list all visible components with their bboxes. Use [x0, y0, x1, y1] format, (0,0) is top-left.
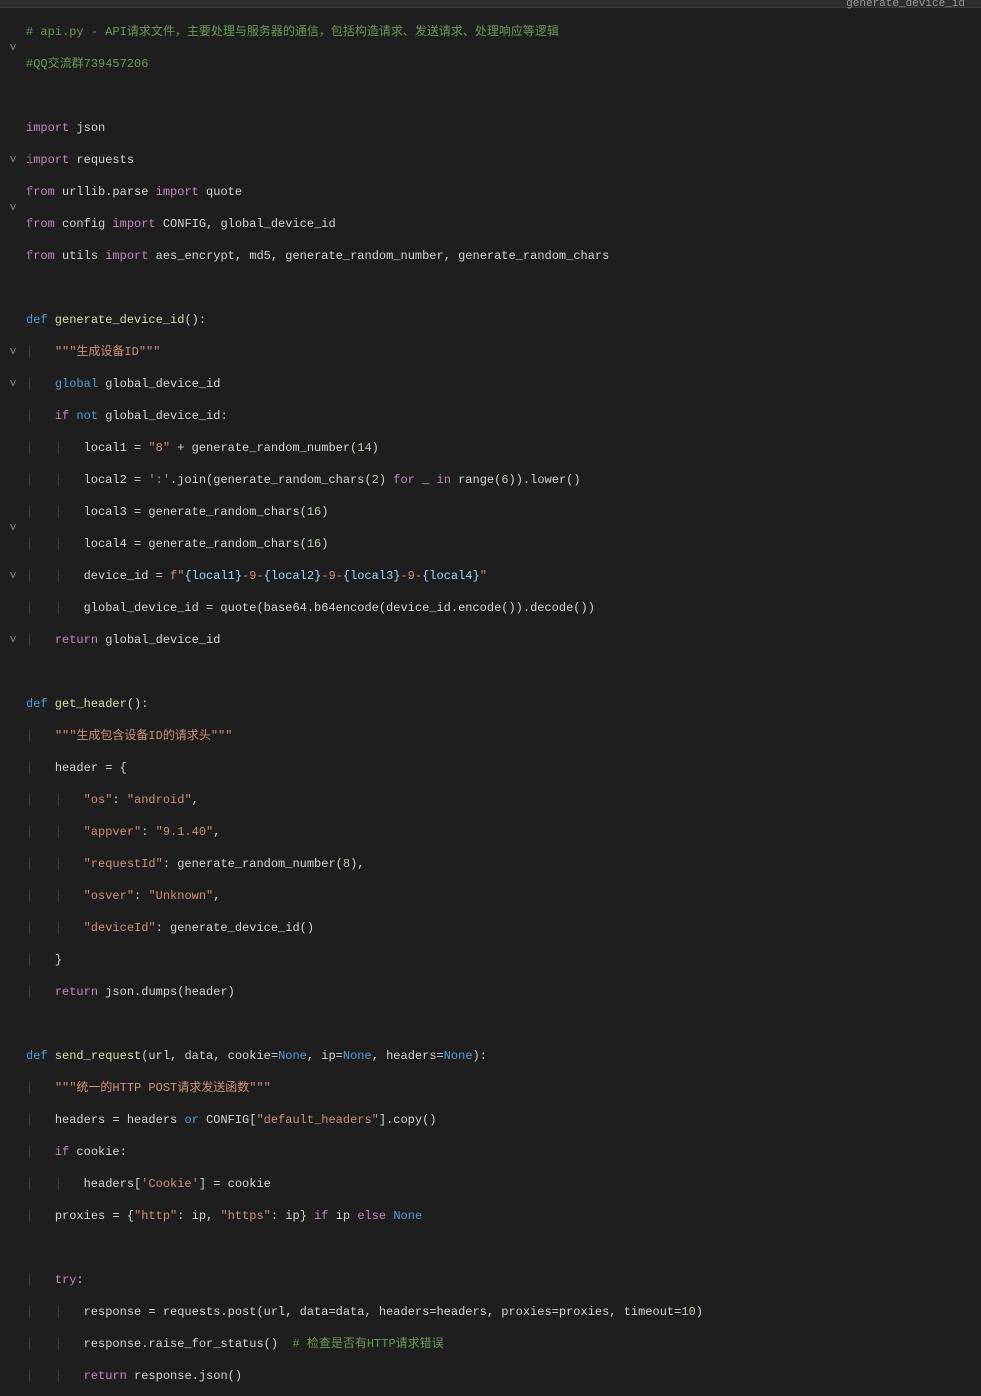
code-area[interactable]: # api.py - API请求文件，主要处理与服务器的通信，包括构造请求、发送… — [26, 8, 981, 698]
code-line[interactable] — [26, 1240, 981, 1256]
code-line[interactable]: | | headers['Cookie'] = cookie — [26, 1176, 981, 1192]
code-line[interactable]: |from utils import aes_encrypt, md5, gen… — [26, 248, 981, 264]
code-line[interactable] — [26, 88, 981, 104]
code-line[interactable]: import json — [26, 120, 981, 136]
code-line[interactable]: def generate_device_id(): — [26, 312, 981, 328]
code-line[interactable]: | if not global_device_id: — [26, 408, 981, 424]
code-line[interactable]: | if cookie: — [26, 1144, 981, 1160]
code-line[interactable]: | | "osver": "Unknown", — [26, 888, 981, 904]
code-line[interactable]: | | "os": "android", — [26, 792, 981, 808]
code-line[interactable]: | try: — [26, 1272, 981, 1288]
code-line[interactable]: | return json.dumps(header) — [26, 984, 981, 1000]
fold-icon[interactable]: v — [0, 344, 26, 360]
gutter: v v v v v v v v — [0, 8, 26, 698]
code-line[interactable]: | | local3 = generate_random_chars(16) — [26, 504, 981, 520]
fold-icon[interactable]: v — [0, 40, 26, 56]
code-line[interactable]: # api.py - API请求文件，主要处理与服务器的通信，包括构造请求、发送… — [26, 24, 981, 40]
code-line[interactable]: | | local2 = ':'.join(generate_random_ch… — [26, 472, 981, 488]
code-line[interactable]: | | local4 = generate_random_chars(16) — [26, 536, 981, 552]
code-line[interactable]: #QQ交流群739457206 — [26, 56, 981, 72]
code-line[interactable]: | return global_device_id — [26, 632, 981, 648]
code-editor[interactable]: v v v v v v v v — [0, 8, 981, 698]
code-line[interactable]: |from config import CONFIG, global_devic… — [26, 216, 981, 232]
fold-icon[interactable]: v — [0, 568, 26, 584]
code-line[interactable]: |import requests — [26, 152, 981, 168]
code-line[interactable]: | | "deviceId": generate_device_id() — [26, 920, 981, 936]
code-line[interactable]: | } — [26, 952, 981, 968]
code-line[interactable] — [26, 664, 981, 680]
code-line[interactable]: | """统一的HTTP POST请求发送函数""" — [26, 1080, 981, 1096]
code-line[interactable]: | | "requestId": generate_random_number(… — [26, 856, 981, 872]
fold-icon[interactable]: v — [0, 520, 26, 536]
code-line[interactable]: |from urllib.parse import quote — [26, 184, 981, 200]
code-line[interactable]: | """生成包含设备ID的请求头""" — [26, 728, 981, 744]
code-line[interactable]: def get_header(): — [26, 696, 981, 712]
fold-icon[interactable]: v — [0, 152, 26, 168]
code-line[interactable]: | header = { — [26, 760, 981, 776]
fold-icon[interactable]: v — [0, 632, 26, 648]
code-line[interactable]: | | response.raise_for_status() # 检查是否有H… — [26, 1336, 981, 1352]
code-line[interactable] — [26, 280, 981, 296]
code-line[interactable]: | headers = headers or CONFIG["default_h… — [26, 1112, 981, 1128]
code-line[interactable]: | proxies = {"http": ip, "https": ip} if… — [26, 1208, 981, 1224]
fold-icon[interactable]: v — [0, 376, 26, 392]
code-line[interactable] — [26, 1016, 981, 1032]
code-line[interactable]: | | "appver": "9.1.40", — [26, 824, 981, 840]
code-line[interactable]: | """生成设备ID""" — [26, 344, 981, 360]
fold-icon[interactable]: v — [0, 200, 26, 216]
breadcrumb-bar: generate_device_id — [0, 0, 981, 8]
code-line[interactable]: | | response = requests.post(url, data=d… — [26, 1304, 981, 1320]
code-line[interactable]: def send_request(url, data, cookie=None,… — [26, 1048, 981, 1064]
code-line[interactable]: | | device_id = f"{local1}-9-{local2}-9-… — [26, 568, 981, 584]
code-line[interactable]: | global global_device_id — [26, 376, 981, 392]
code-line[interactable]: | | return response.json() — [26, 1368, 981, 1384]
code-line[interactable]: | | global_device_id = quote(base64.b64e… — [26, 600, 981, 616]
code-line[interactable]: | | local1 = "8" + generate_random_numbe… — [26, 440, 981, 456]
